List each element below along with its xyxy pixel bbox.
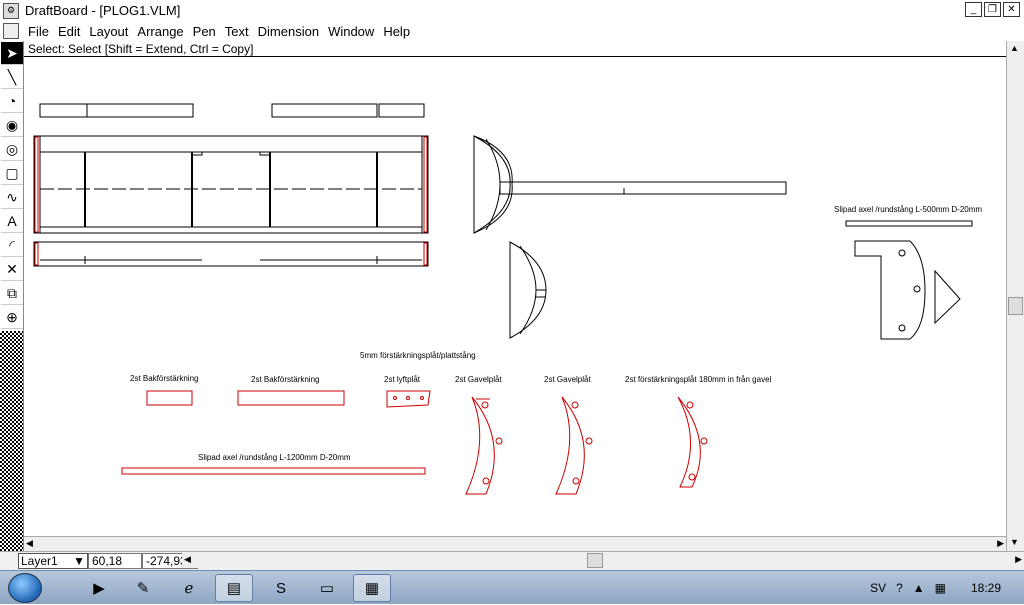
window-icon[interactable]: ▭ [308,574,346,602]
menu-file[interactable]: File [28,24,49,39]
label-axel-long: Slipad axel /rundstång L-1200mm D-20mm [198,453,351,462]
label-gavel-2: 2st Gavelplåt [544,375,591,384]
doc-minimize-button[interactable]: _ [965,2,982,17]
hscroll-left-icon[interactable]: ◀ [184,554,191,565]
horizontal-scroll-thumb[interactable] [587,553,603,568]
curve-tool-icon[interactable]: ∿ [1,186,23,209]
taskbar: ▶ ✎ ℯ ▤ S ▭ ▦ SV ? ▲ ▦ 18:29 [0,570,1024,604]
frame-lower[interactable] [33,241,429,267]
bak-part-2[interactable] [237,390,345,406]
draftboard-task-icon[interactable]: ▦ [353,574,391,602]
label-lyft: 2st lyftplåt [384,375,421,384]
menu-window[interactable]: Window [328,24,374,39]
menu-help[interactable]: Help [383,24,410,39]
skype-icon[interactable]: S [262,574,300,602]
fill-pattern[interactable] [0,331,23,551]
canvas-horizontal-scrollbar[interactable]: ◀ ▶ [24,536,1006,551]
rectangle-tool-icon[interactable]: ▢ [1,162,23,185]
scroll-down-icon[interactable]: ▼ [1010,537,1019,547]
explorer-icon[interactable]: ▤ [215,574,253,602]
forst-part[interactable] [677,396,701,488]
network-icon[interactable]: ▦ [935,581,946,595]
trim-tool-icon[interactable]: ✕ [1,258,23,281]
chevron-down-icon[interactable]: ▼ [73,554,85,568]
start-button[interactable] [8,573,42,603]
help-icon[interactable]: ? [896,581,903,595]
title-bar: ⚙ DraftBoard - [PLOG1.VLM] _ ❐ ✕ [0,0,1024,21]
label-forst: 2st förstärkningsplåt 180mm in från gave… [625,375,772,384]
language-indicator[interactable]: SV [870,581,886,595]
label-gavel-1: 2st Gavelplåt [455,375,502,384]
doc-restore-button[interactable]: ❐ [984,2,1001,17]
circle-tool-icon[interactable]: ◉ [1,114,23,137]
label-bak-2: 2st Bakförstärkning [251,375,319,384]
paint-icon[interactable]: ✎ [124,574,162,602]
tool-prompt: Select: Select [Shift = Extend, Ctrl = C… [28,42,254,56]
shaft-side[interactable] [499,181,787,195]
ellipse-tool-icon[interactable]: ◎ [1,138,23,161]
layers-tool-icon[interactable]: ⧉ [1,282,23,305]
window-title: DraftBoard - [PLOG1.VLM] [25,3,181,18]
axel-part[interactable] [121,467,426,475]
menu-edit[interactable]: Edit [58,24,80,39]
document-icon[interactable] [3,23,19,39]
menu-text[interactable]: Text [225,24,249,39]
part-box-1[interactable] [39,103,194,118]
tray-arrow-icon[interactable]: ▲ [913,581,925,595]
text-tool-icon[interactable]: A [1,210,23,233]
part-box-2[interactable] [271,103,378,118]
label-axel-short: Slipad axel /rundstång L-500mm D-20mm [834,205,982,214]
gavel-part-1[interactable] [465,396,495,495]
vertical-scroll-thumb[interactable] [1008,297,1023,315]
arc-tool-icon[interactable]: ◔ [1,90,23,113]
triangle-part[interactable] [934,269,961,325]
vertical-scrollbar[interactable]: ▲ ▼ [1006,41,1024,551]
horizontal-scrollbar[interactable]: ◀ ▶ [182,553,1024,568]
system-tray: SV ? ▲ ▦ 18:29 [870,571,1016,605]
part-box-3[interactable] [378,103,425,118]
fillet-tool-icon[interactable]: ◜ [1,234,23,257]
drawing-canvas[interactable]: 5mm förstärkningsplåt/plattstång 2st Bak… [24,56,1006,536]
x-coordinate: 60,18 [88,553,142,569]
scroll-right-icon[interactable]: ▶ [997,538,1004,549]
document-controls: _ ❐ ✕ [965,2,1020,17]
layer-select[interactable]: Layer1 ▼ [18,553,88,569]
frame-outer[interactable] [33,135,429,234]
line-tool-icon[interactable]: ╲ [1,66,23,89]
zoom-tool-icon[interactable]: ⊕ [1,306,23,329]
drawing-svg: 5mm förstärkningsplåt/plattstång 2st Bak… [33,103,982,495]
doc-close-button[interactable]: ✕ [1003,2,1020,17]
toolbox: ➤ ╲ ◔ ◉ ◎ ▢ ∿ A ◜ ✕ ⧉ ⊕ [0,41,24,551]
menu-pen[interactable]: Pen [193,24,216,39]
menu-layout[interactable]: Layout [89,24,128,39]
label-plate-bar: 5mm förstärkningsplåt/plattstång [360,351,476,360]
clock[interactable]: 18:29 [956,581,1016,595]
scroll-up-icon[interactable]: ▲ [1010,43,1019,53]
hscroll-right-icon[interactable]: ▶ [1015,554,1022,565]
select-tool-icon[interactable]: ➤ [1,42,23,65]
ie-icon[interactable]: ℯ [170,574,208,602]
gavel-part-2[interactable] [555,396,585,495]
label-bak-1: 2st Bakförstärkning [130,374,198,383]
bak-part-1[interactable] [146,390,193,406]
media-player-icon[interactable]: ▶ [80,574,118,602]
menu-bar: File Edit Layout Arrange Pen Text Dimens… [0,2,1024,41]
layer-name: Layer1 [21,554,58,568]
scroll-left-icon[interactable]: ◀ [26,538,33,549]
menu-arrange[interactable]: Arrange [137,24,183,39]
shaft-500[interactable] [845,220,973,227]
draftboard-icon[interactable]: ⚙ [3,2,19,19]
menu-dimension[interactable]: Dimension [258,24,319,39]
